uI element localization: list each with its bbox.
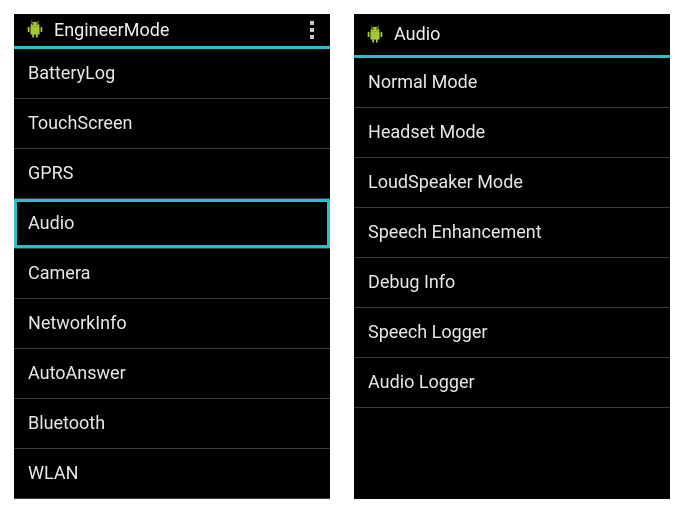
overflow-menu-button[interactable] bbox=[304, 15, 320, 45]
list-item[interactable]: AutoAnswer bbox=[14, 349, 330, 399]
list-item[interactable]: Bluetooth bbox=[14, 399, 330, 449]
page-title: EngineerMode bbox=[54, 20, 169, 41]
list-item[interactable]: Normal Mode bbox=[354, 58, 670, 108]
list-item[interactable]: Audio Logger bbox=[354, 358, 670, 408]
list-item[interactable]: TouchScreen bbox=[14, 99, 330, 149]
android-icon bbox=[364, 24, 386, 46]
page-title: Audio bbox=[394, 24, 440, 45]
titlebar: EngineerMode bbox=[14, 14, 330, 49]
audio-list: Normal ModeHeadset ModeLoudSpeaker ModeS… bbox=[354, 58, 670, 499]
list-item[interactable]: Audio bbox=[14, 199, 330, 249]
list-item[interactable]: NetworkInfo bbox=[14, 299, 330, 349]
list-item[interactable]: LoudSpeaker Mode bbox=[354, 158, 670, 208]
list-item[interactable]: GPRS bbox=[14, 149, 330, 199]
list-item[interactable]: Speech Enhancement bbox=[354, 208, 670, 258]
engineermode-screen: EngineerMode BatteryLogTouchScreenGPRSAu… bbox=[14, 14, 330, 499]
android-icon bbox=[24, 19, 46, 41]
list-item[interactable]: BatteryLog bbox=[14, 49, 330, 99]
audio-screen: Audio Normal ModeHeadset ModeLoudSpeaker… bbox=[354, 14, 670, 499]
list-item[interactable]: Speech Logger bbox=[354, 308, 670, 358]
list-item[interactable]: Camera bbox=[14, 249, 330, 299]
titlebar: Audio bbox=[354, 14, 670, 58]
list-item[interactable]: WLAN bbox=[14, 449, 330, 499]
engineermode-list: BatteryLogTouchScreenGPRSAudioCameraNetw… bbox=[14, 49, 330, 499]
list-item[interactable]: Debug Info bbox=[354, 258, 670, 308]
list-item[interactable]: Headset Mode bbox=[354, 108, 670, 158]
